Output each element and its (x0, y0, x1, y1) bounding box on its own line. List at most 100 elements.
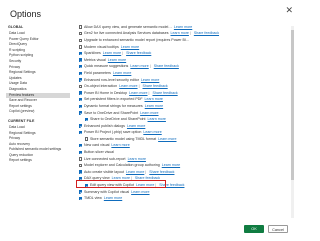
feature-row: On-object interaction Learn more| Share fe… (78, 83, 290, 90)
share-feedback-link[interactable]: Share feedback (152, 91, 177, 95)
feature-row-label: Share to OneDrive and SharePoint Learn mo… (90, 117, 166, 122)
feature-checkbox[interactable] (85, 117, 89, 122)
feature-label: On-object interaction (84, 84, 118, 89)
learn-more-link[interactable]: Learn more (130, 64, 148, 68)
learn-more-link[interactable]: Learn more (113, 71, 131, 75)
feature-checkbox[interactable] (79, 124, 83, 128)
feature-row-label: Sparklines Learn more| Share feedback (84, 51, 151, 56)
feature-row: Dynamic format strings for measures Learn… (78, 103, 290, 110)
share-feedback-link[interactable]: Share feedback (126, 51, 151, 55)
feature-row-label: Field parameters Learn more (84, 71, 131, 76)
learn-more-link[interactable]: Learn more (174, 25, 192, 29)
learn-more-link[interactable]: Learn more (171, 31, 189, 35)
sidebar-heading-current-file: CURRENT FILE (8, 118, 35, 123)
feature-checkbox[interactable] (79, 111, 83, 115)
learn-more-link[interactable]: Learn more (140, 111, 158, 115)
feature-checkbox[interactable] (79, 97, 83, 102)
feature-checkbox[interactable] (79, 91, 83, 95)
feature-row-label: New card visual Learn more (84, 143, 130, 148)
learn-more-link[interactable]: Learn more (143, 130, 161, 134)
feature-checkbox[interactable] (85, 137, 89, 141)
learn-more-link[interactable]: Learn more (126, 170, 144, 174)
feature-checkbox[interactable] (79, 170, 83, 174)
feature-row: Field parameters Learn more (78, 70, 290, 77)
feature-checkbox[interactable] (79, 64, 83, 69)
feature-label: Button slicer visual (84, 150, 114, 155)
feature-checkbox[interactable] (79, 144, 83, 148)
cancel-button[interactable]: Cancel (268, 225, 288, 233)
feature-label: Upgrade to enhanced semantic model repor… (84, 37, 190, 42)
learn-more-link[interactable]: Learn more (131, 190, 149, 194)
feature-row: Modern visual tooltips Learn more (78, 44, 290, 51)
sidebar-item-report-settings[interactable]: Report settings (6, 158, 70, 164)
feature-checkbox[interactable] (79, 157, 83, 161)
feature-row-label: Power BI Project (.pbip) save option Lear… (84, 130, 162, 135)
learn-more-link[interactable]: Learn more (141, 78, 159, 82)
link-separator: | (189, 31, 191, 36)
feature-checkbox[interactable] (79, 150, 83, 155)
feature-checkbox[interactable] (79, 84, 83, 89)
feature-row-label: Store semantic model using TMDL format Le… (90, 137, 177, 142)
link-separator: | (148, 90, 150, 95)
share-feedback-link[interactable]: Share feedback (143, 84, 168, 88)
close-icon[interactable]: ✕ (285, 6, 293, 15)
ok-button[interactable]: OK (244, 225, 264, 233)
feature-checkbox[interactable] (79, 196, 83, 201)
link-separator: | (145, 169, 147, 174)
feature-checkbox[interactable] (79, 38, 83, 42)
feature-label: Enhanced row-level security editor (84, 77, 139, 82)
learn-more-link[interactable]: Learn more (104, 196, 122, 200)
feature-row: Gen2 for live connected Analysis Service… (78, 31, 290, 38)
share-feedback-link[interactable]: Share feedback (149, 170, 174, 174)
feature-checkbox[interactable] (79, 71, 83, 75)
feature-row-label: Enhanced row-level security editor Learn … (84, 78, 159, 83)
feature-row: Sparklines Learn more| Share feedback (78, 50, 290, 57)
feature-row-label: Auto create visible layout Learn more| Sha… (84, 170, 174, 175)
learn-more-link[interactable]: Learn more (108, 58, 126, 62)
feature-row-label: Summary with Copilot visual Learn more (84, 190, 150, 195)
feature-row-label: Metrics visual Learn more (84, 58, 126, 63)
feature-checkbox[interactable] (79, 45, 83, 49)
learn-more-link[interactable]: Learn more (158, 137, 176, 141)
learn-more-link[interactable]: Learn more (128, 157, 146, 161)
feature-row: Auto create visible layout Learn more| Sha… (78, 169, 290, 176)
link-separator: | (122, 51, 124, 56)
feature-label: Set persistent filters in exported PDF (84, 97, 143, 102)
feature-label: TMDL view (84, 196, 102, 201)
share-feedback-link[interactable]: Share feedback (154, 64, 179, 68)
options-dialog: Options ✕ GLOBAL Data Load Power Query Ed… (0, 0, 300, 241)
learn-more-link[interactable]: Learn more (162, 163, 180, 167)
feature-row-label: On-object interaction Learn more| Share fe… (84, 84, 168, 89)
feature-checkbox[interactable] (79, 51, 83, 56)
vertical-scrollbar[interactable] (291, 26, 294, 218)
feature-checkbox[interactable] (79, 130, 83, 135)
learn-more-link[interactable]: Learn more (129, 91, 147, 95)
learn-more-link[interactable]: Learn more (145, 104, 163, 108)
share-feedback-link[interactable]: Share feedback (194, 31, 219, 35)
feature-label: Field parameters (84, 70, 111, 75)
feature-checkbox[interactable] (79, 78, 83, 82)
feature-label: Quick measure suggestions (84, 64, 129, 69)
learn-more-link[interactable]: Learn more (103, 51, 121, 55)
feature-checkbox[interactable] (79, 31, 83, 36)
feature-label: Modern visual tooltips (84, 44, 119, 49)
feature-checkbox[interactable] (79, 25, 83, 29)
learn-more-link[interactable]: Learn more (119, 84, 137, 88)
feature-checkbox[interactable] (79, 163, 83, 168)
learn-more-link[interactable]: Learn more (111, 143, 129, 147)
feature-row: Live connected sub-report Learn more (78, 156, 290, 163)
learn-more-link[interactable]: Learn more (121, 45, 139, 49)
feature-row: Store semantic model using TMDL format Le… (78, 136, 290, 143)
learn-more-link[interactable]: Learn more (127, 124, 145, 128)
feature-row-label: Model explorer and Calculation group aut… (84, 163, 180, 168)
feature-row: TMDL view Learn more (78, 195, 290, 202)
feature-row-label: Gen2 for live connected Analysis Service… (84, 31, 219, 36)
feature-checkbox[interactable] (79, 104, 83, 108)
options-sidebar: GLOBAL Data Load Power Query Editor Direct… (6, 24, 70, 220)
feature-checkbox[interactable] (79, 190, 83, 194)
learn-more-link[interactable]: Learn more (145, 97, 163, 101)
learn-more-link[interactable]: Learn more (148, 117, 166, 121)
feature-label: Save to OneDrive and SharePoint (84, 110, 139, 115)
feature-checkbox[interactable] (79, 58, 83, 62)
scrollbar-thumb[interactable] (291, 30, 294, 180)
